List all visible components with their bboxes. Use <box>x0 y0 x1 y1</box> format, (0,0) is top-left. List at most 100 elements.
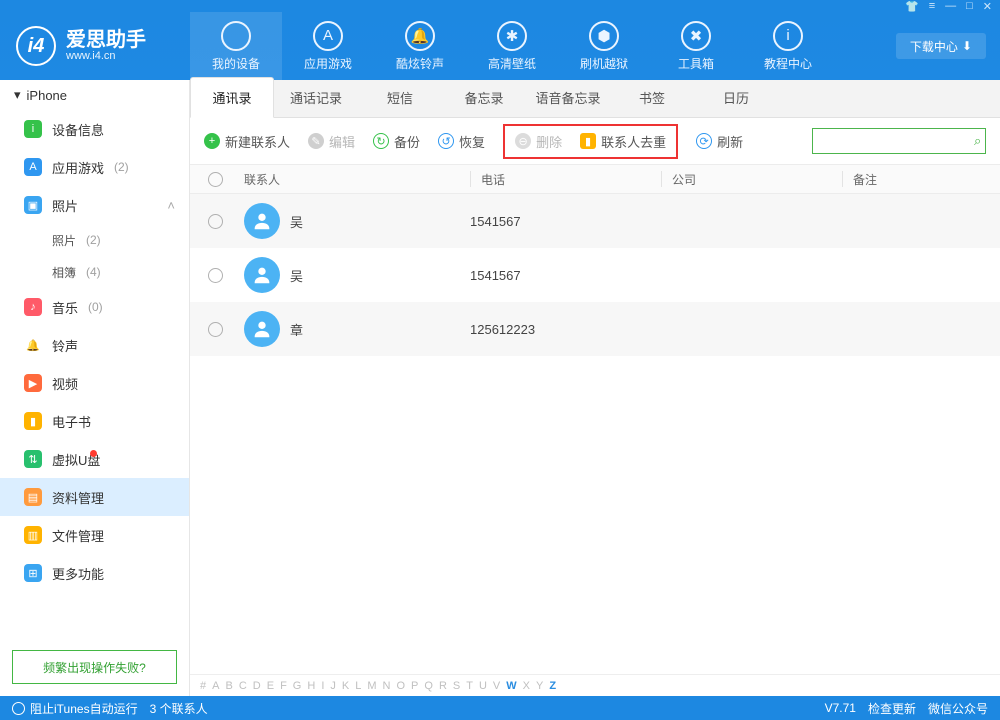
block-itunes-toggle[interactable]: 阻止iTunes自动运行 <box>12 700 138 717</box>
alpha-O[interactable]: O <box>396 680 405 692</box>
sidebar-item-虚拟U盘[interactable]: ⇅虚拟U盘 <box>0 440 189 478</box>
alpha-W[interactable]: W <box>506 680 516 692</box>
alpha-U[interactable]: U <box>479 680 487 692</box>
check-update-button[interactable]: 检查更新 <box>868 700 916 717</box>
contact-name: 吴 <box>290 266 303 285</box>
sidebar-item-铃声[interactable]: 🔔铃声 <box>0 326 189 364</box>
contact-row[interactable]: 吴1541567 <box>190 194 1000 248</box>
tab-通话记录[interactable]: 通话记录 <box>274 88 358 117</box>
sidebar-icon: A <box>24 158 42 176</box>
nav-icon: ✱ <box>497 21 527 51</box>
alpha-Q[interactable]: Q <box>424 680 433 692</box>
alpha-X[interactable]: X <box>523 680 530 692</box>
dedup-button[interactable]: ▮ 联系人去重 <box>580 132 666 151</box>
alpha-S[interactable]: S <box>453 680 460 692</box>
col-phone[interactable]: 电话 <box>481 171 661 188</box>
alpha-D[interactable]: D <box>253 680 261 692</box>
sidebar-list: i设备信息A应用游戏(2)▣照片˄照片(2)相簿(4)♪音乐(0)🔔铃声▶视频▮… <box>0 110 189 638</box>
sidebar-item-相簿[interactable]: 相簿(4) <box>0 256 189 288</box>
download-center-button[interactable]: 下载中心 ⬇ <box>896 33 986 59</box>
alpha-H[interactable]: H <box>307 680 315 692</box>
sidebar-item-视频[interactable]: ▶视频 <box>0 364 189 402</box>
tab-短信[interactable]: 短信 <box>358 88 442 117</box>
sidebar-item-文件管理[interactable]: ▥文件管理 <box>0 516 189 554</box>
sidebar-icon: ⇅ <box>24 450 42 468</box>
alpha-#[interactable]: # <box>200 680 206 692</box>
alpha-Z[interactable]: Z <box>549 680 556 692</box>
alpha-B[interactable]: B <box>225 680 232 692</box>
new-contact-button[interactable]: + 新建联系人 <box>204 132 290 151</box>
sidebar-item-电子书[interactable]: ▮电子书 <box>0 402 189 440</box>
version-label: V7.71 <box>825 701 856 715</box>
alpha-K[interactable]: K <box>342 680 349 692</box>
logo: i4 爱思助手 www.i4.cn <box>0 26 190 66</box>
nav-我的设备[interactable]: 我的设备 <box>190 12 282 80</box>
close-icon[interactable]: ✕ <box>983 0 992 13</box>
search-icon: ⌕ <box>974 133 981 149</box>
refresh-button[interactable]: ⟳ 刷新 <box>696 132 743 151</box>
nav-应用游戏[interactable]: A应用游戏 <box>282 12 374 80</box>
sidebar-icon: ▮ <box>24 412 42 430</box>
tabs: 通讯录通话记录短信备忘录语音备忘录书签日历 <box>190 80 1000 118</box>
alpha-I[interactable]: I <box>321 680 324 692</box>
minimize-icon[interactable]: — <box>945 0 956 12</box>
device-header[interactable]: ▾ iPhone <box>0 80 189 110</box>
alpha-R[interactable]: R <box>439 680 447 692</box>
col-note[interactable]: 备注 <box>853 171 1000 188</box>
tab-备忘录[interactable]: 备忘录 <box>442 88 526 117</box>
alpha-N[interactable]: N <box>383 680 391 692</box>
settings-icon[interactable]: ≡ <box>929 0 935 12</box>
maximize-icon[interactable]: □ <box>966 0 973 12</box>
tab-通讯录[interactable]: 通讯录 <box>190 77 274 118</box>
nav-刷机越狱[interactable]: ⬢刷机越狱 <box>558 12 650 80</box>
contact-phone: 1541567 <box>470 268 650 283</box>
alpha-Y[interactable]: Y <box>536 680 543 692</box>
sidebar-item-照片[interactable]: ▣照片˄ <box>0 186 189 224</box>
column-header: 联系人 电话 公司 备注 <box>190 164 1000 194</box>
sidebar-item-更多功能[interactable]: ⊞更多功能 <box>0 554 189 592</box>
row-checkbox[interactable] <box>208 268 223 283</box>
sidebar-item-设备信息[interactable]: i设备信息 <box>0 110 189 148</box>
alpha-A[interactable]: A <box>212 680 219 692</box>
sidebar: ▾ iPhone i设备信息A应用游戏(2)▣照片˄照片(2)相簿(4)♪音乐(… <box>0 80 190 696</box>
tab-日历[interactable]: 日历 <box>694 88 778 117</box>
nav-教程中心[interactable]: i教程中心 <box>742 12 834 80</box>
wechat-button[interactable]: 微信公众号 <box>928 700 988 717</box>
alpha-V[interactable]: V <box>493 680 500 692</box>
tab-书签[interactable]: 书签 <box>610 88 694 117</box>
alpha-L[interactable]: L <box>355 680 361 692</box>
nav-icon: ⬢ <box>589 21 619 51</box>
search-box[interactable]: ⌕ <box>812 128 986 154</box>
col-name[interactable]: 联系人 <box>240 171 470 188</box>
nav-酷炫铃声[interactable]: 🔔酷炫铃声 <box>374 12 466 80</box>
backup-button[interactable]: ↻ 备份 <box>373 132 420 151</box>
contact-row[interactable]: 章125612223 <box>190 302 1000 356</box>
tab-语音备忘录[interactable]: 语音备忘录 <box>526 88 610 117</box>
delete-button[interactable]: ⊖ 删除 <box>515 132 562 151</box>
nav-工具箱[interactable]: ✖工具箱 <box>650 12 742 80</box>
search-input[interactable] <box>819 134 974 148</box>
alpha-T[interactable]: T <box>466 680 473 692</box>
shirt-icon[interactable]: 👕 <box>905 0 919 13</box>
col-company[interactable]: 公司 <box>672 171 842 188</box>
alpha-F[interactable]: F <box>280 680 287 692</box>
edit-button[interactable]: ✎ 编辑 <box>308 132 355 151</box>
sidebar-item-资料管理[interactable]: ▤资料管理 <box>0 478 189 516</box>
alpha-C[interactable]: C <box>239 680 247 692</box>
sidebar-item-应用游戏[interactable]: A应用游戏(2) <box>0 148 189 186</box>
row-checkbox[interactable] <box>208 214 223 229</box>
restore-button[interactable]: ↺ 恢复 <box>438 132 485 151</box>
row-checkbox[interactable] <box>208 322 223 337</box>
sidebar-item-照片[interactable]: 照片(2) <box>0 224 189 256</box>
alpha-E[interactable]: E <box>267 680 274 692</box>
sidebar-item-音乐[interactable]: ♪音乐(0) <box>0 288 189 326</box>
contact-phone: 125612223 <box>470 322 650 337</box>
nav-高清壁纸[interactable]: ✱高清壁纸 <box>466 12 558 80</box>
contact-row[interactable]: 吴 1541567 <box>190 248 1000 302</box>
select-all-checkbox[interactable] <box>208 172 223 187</box>
alpha-M[interactable]: M <box>367 680 376 692</box>
help-link[interactable]: 频繁出现操作失败? <box>12 650 177 684</box>
alpha-J[interactable]: J <box>330 680 336 692</box>
alpha-P[interactable]: P <box>411 680 418 692</box>
alpha-G[interactable]: G <box>293 680 302 692</box>
